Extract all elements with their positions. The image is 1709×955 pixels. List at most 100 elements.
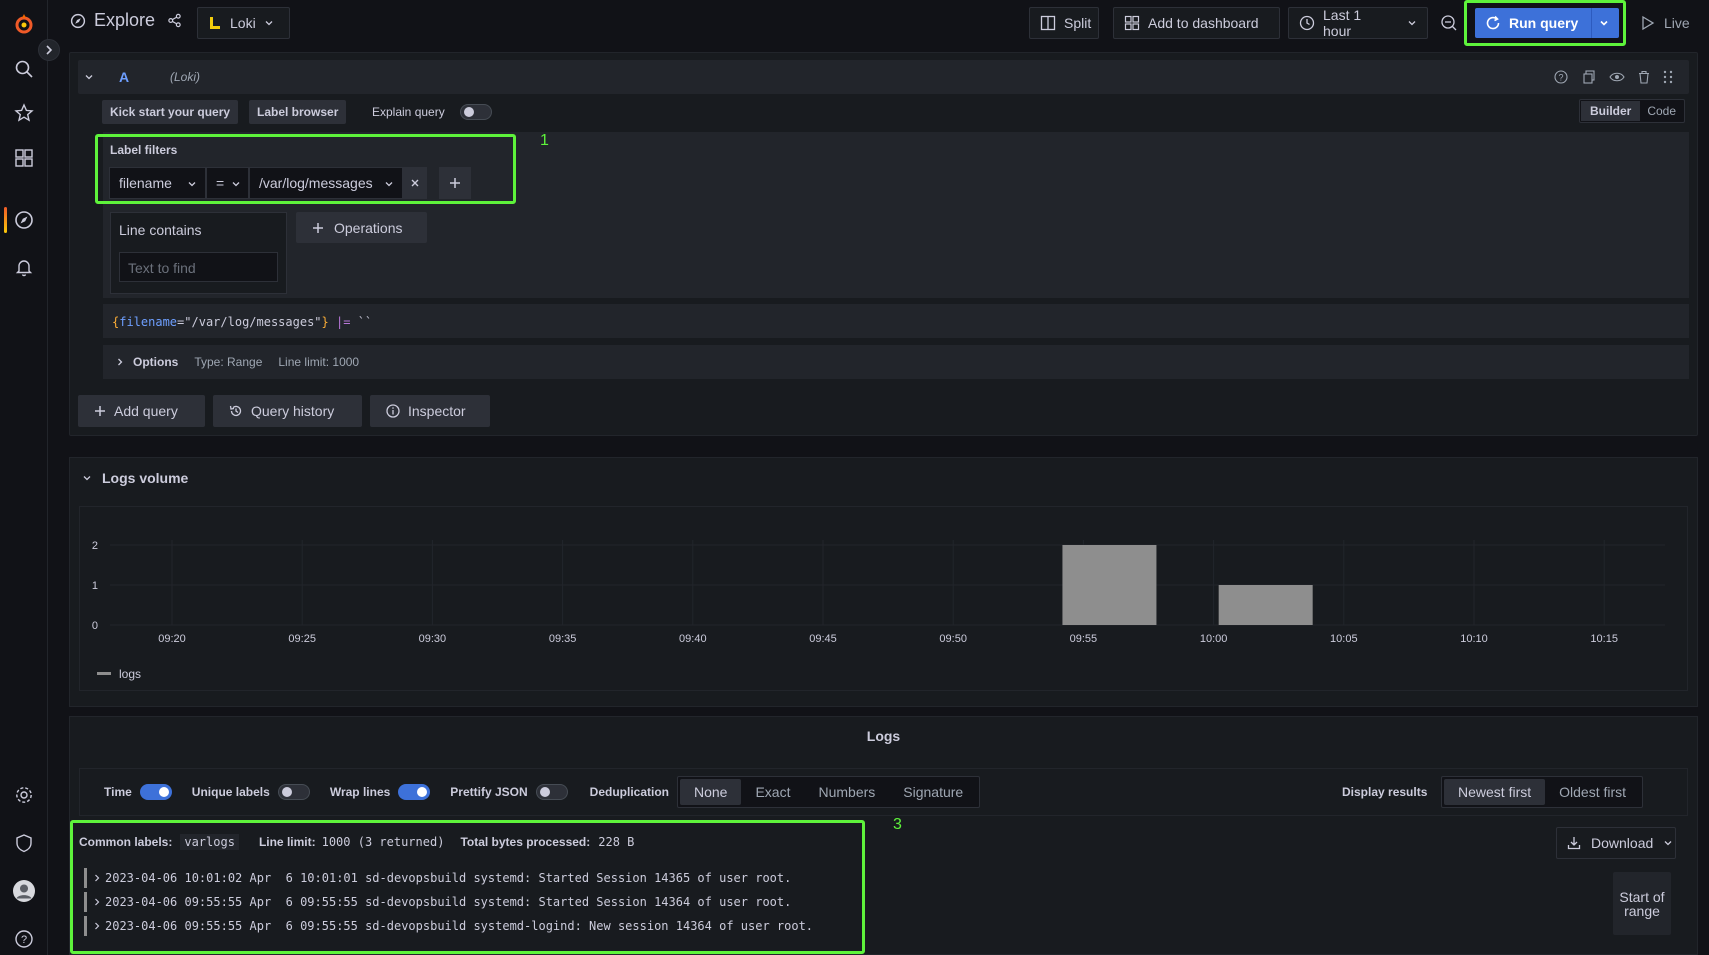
- datasource-name: Loki: [230, 15, 256, 31]
- remove-filter-button[interactable]: [403, 167, 427, 199]
- prettify-json-toggle-label: Prettify JSON: [450, 785, 528, 799]
- query-ref-id[interactable]: A: [119, 69, 129, 85]
- shield-icon[interactable]: [12, 831, 36, 855]
- wrap-lines-toggle[interactable]: [398, 784, 431, 800]
- options-type: Type: Range: [194, 355, 263, 369]
- operations-button[interactable]: Operations: [296, 212, 427, 243]
- explore-icon[interactable]: [12, 208, 36, 232]
- dedup-exact[interactable]: Exact: [741, 779, 804, 805]
- unique-labels-toggle[interactable]: [277, 784, 310, 800]
- line-contains-input[interactable]: Text to find: [119, 252, 278, 282]
- drag-handle-icon[interactable]: [1662, 70, 1674, 84]
- run-query-highlight: Run query: [1464, 0, 1626, 46]
- log-row[interactable]: 2023-04-06 10:01:02 Apr 6 10:01:01 sd-de…: [84, 868, 791, 888]
- preview-value: "/var/log/messages": [184, 315, 322, 329]
- live-label: Live: [1664, 15, 1690, 31]
- query-options-row[interactable]: Options Type: Range Line limit: 1000: [103, 345, 1689, 379]
- code-mode-button[interactable]: Code: [1640, 101, 1683, 121]
- svg-text:?: ?: [21, 934, 27, 946]
- query-history-button[interactable]: Query history: [213, 395, 362, 427]
- add-to-dashboard-button[interactable]: Add to dashboard: [1113, 7, 1280, 39]
- chevron-down-icon: [187, 179, 197, 189]
- preview-brace-close: }: [321, 315, 329, 329]
- log-row[interactable]: 2023-04-06 09:55:55 Apr 6 09:55:55 sd-de…: [84, 916, 813, 936]
- collapse-chevron-icon[interactable]: [84, 72, 94, 82]
- topbar: Explore Loki Split Add to dashboard Last…: [48, 0, 1709, 47]
- label-value-text: /var/log/messages: [259, 175, 373, 191]
- alerting-bell-icon[interactable]: [12, 255, 36, 279]
- dedup-signature[interactable]: Signature: [889, 779, 977, 805]
- run-query-button[interactable]: Run query: [1475, 8, 1619, 38]
- star-icon[interactable]: [12, 101, 36, 125]
- volume-bar: [1062, 545, 1157, 625]
- sort-oldest-first[interactable]: Oldest first: [1545, 779, 1640, 805]
- builder-mode-button[interactable]: Builder: [1581, 101, 1641, 121]
- download-button[interactable]: Download: [1556, 827, 1676, 859]
- gear-icon[interactable]: [12, 783, 36, 807]
- log-level-bar: [84, 916, 87, 936]
- logs-title: Logs: [866, 728, 901, 744]
- dedup-numbers[interactable]: Numbers: [804, 779, 889, 805]
- y-tick-label: 1: [92, 580, 98, 592]
- inspector-button[interactable]: Inspector: [370, 395, 490, 427]
- x-tick-label: 10:15: [1590, 633, 1618, 645]
- logs-volume-panel: Logs volume 0 1 2 09:20 09:25 09:30 09:35 09:40…: [69, 457, 1698, 707]
- chevron-down-icon[interactable]: [1599, 18, 1609, 28]
- label-operator-select[interactable]: =: [206, 167, 249, 199]
- x-tick-label: 09:35: [549, 633, 577, 645]
- live-button[interactable]: Live: [1630, 7, 1691, 39]
- legend-swatch: [97, 672, 111, 675]
- chevron-down-icon: [1407, 18, 1417, 28]
- help-icon[interactable]: ?: [1554, 70, 1568, 84]
- split-button[interactable]: Split: [1029, 7, 1099, 39]
- grafana-logo-icon[interactable]: [12, 12, 36, 36]
- datasource-picker[interactable]: Loki: [197, 7, 290, 39]
- duplicate-icon[interactable]: [1582, 70, 1596, 84]
- refresh-icon: [1485, 15, 1501, 31]
- editor-mode-toggle: Builder Code: [1579, 99, 1686, 123]
- x-tick-label: 09:50: [939, 633, 967, 645]
- logs-volume-header[interactable]: Logs volume: [82, 470, 188, 486]
- y-tick-label: 0: [92, 620, 98, 632]
- logs-controls-bar: Time Unique labels Wrap lines Prettify J…: [79, 768, 1688, 816]
- share-icon[interactable]: [167, 13, 182, 28]
- start-of-range-label: Start of range: [1619, 888, 1665, 919]
- history-icon: [229, 404, 243, 418]
- zoom-out-icon[interactable]: [1440, 14, 1458, 32]
- label-filters-highlight: Label filters filename = /var/log/messag…: [95, 134, 516, 204]
- time-toggle[interactable]: [139, 784, 172, 800]
- log-row[interactable]: 2023-04-06 09:55:55 Apr 6 09:55:55 sd-de…: [84, 892, 791, 912]
- query-editor-panel: A (Loki) ? Kick start your query Label b…: [69, 52, 1698, 436]
- sort-newest-first[interactable]: Newest first: [1444, 779, 1546, 805]
- loki-icon: [208, 15, 222, 31]
- preview-literal: ``: [357, 315, 373, 329]
- label-browser-button[interactable]: Label browser: [249, 100, 347, 124]
- label-name-value: filename: [119, 175, 172, 191]
- play-icon: [1640, 15, 1656, 31]
- label-value-select[interactable]: /var/log/messages: [249, 167, 403, 199]
- kick-start-button[interactable]: Kick start your query: [102, 100, 239, 124]
- prettify-json-toggle[interactable]: [535, 784, 568, 800]
- sidebar: ?: [0, 0, 48, 955]
- explain-query-toggle[interactable]: [460, 104, 492, 120]
- split-label: Split: [1064, 15, 1092, 31]
- time-range-picker[interactable]: Last 1 hour: [1288, 7, 1428, 39]
- dashboards-icon[interactable]: [12, 146, 36, 170]
- run-query-label: Run query: [1509, 15, 1579, 31]
- label-name-select[interactable]: filename: [109, 167, 206, 199]
- start-of-range-button[interactable]: Start of range: [1613, 872, 1671, 935]
- plus-icon: [449, 177, 461, 189]
- expand-menu-button[interactable]: [38, 39, 60, 61]
- avatar[interactable]: [12, 879, 36, 903]
- add-query-button[interactable]: Add query: [78, 395, 205, 427]
- common-labels-value: varlogs: [180, 834, 239, 850]
- help-icon[interactable]: ?: [12, 927, 36, 951]
- download-label: Download: [1591, 835, 1654, 851]
- add-filter-button[interactable]: [439, 167, 471, 199]
- search-icon[interactable]: [12, 57, 36, 81]
- dedup-none[interactable]: None: [680, 779, 742, 805]
- eye-icon[interactable]: [1609, 70, 1625, 84]
- trash-icon[interactable]: [1637, 70, 1651, 84]
- svg-text:?: ?: [1558, 73, 1563, 83]
- options-label: Options: [133, 355, 179, 369]
